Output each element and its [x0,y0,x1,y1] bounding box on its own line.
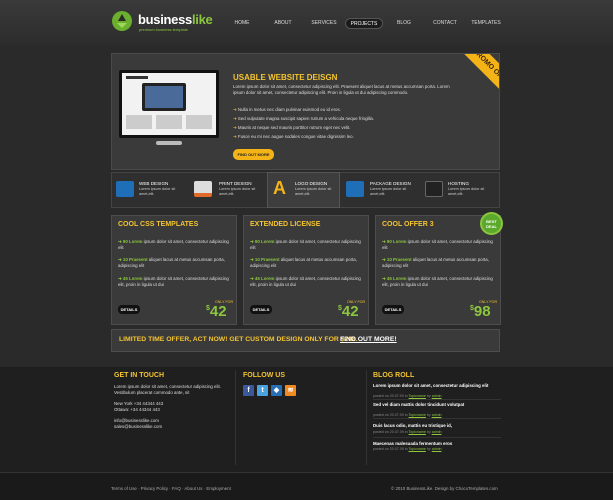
bottom-links[interactable]: Terms of Use · Privacy Policy · FAQ · Ab… [111,486,231,491]
footer-divider [366,370,367,465]
price: $42 [338,303,359,320]
blog-post-meta: posted on 20.07.09 in Topicname by admin [373,447,442,451]
logo-a-icon: A [273,178,286,198]
promo-bullet: Sed vulputate magna suscipit sapien rutr… [233,116,374,122]
nav-templates[interactable]: TEMPLATES [470,18,502,29]
service-title[interactable]: LOGO DESIGN [295,181,327,186]
nav-contact[interactable]: CONTACT [430,18,460,29]
package-icon [346,181,364,197]
rss-icon[interactable]: ≋ [285,385,296,396]
card-line: ➜ 45 Lorem ipsum dolor sit amet, consect… [118,276,229,287]
brand-name[interactable]: businesslike [138,12,213,27]
service-text: Lorem ipsum dolor sit amet,elit. [370,187,407,196]
monitor-stand [156,141,182,145]
card-title: COOL CSS TEMPLATES [118,221,199,228]
blog-post-meta: posted on 20.07.09 in Topicname by admin [373,413,442,417]
service-title[interactable]: PACKAGE DESIGN [370,181,411,186]
service-title[interactable]: WEB DESIGN [139,181,168,186]
blog-separator [373,437,501,438]
service-title[interactable]: PRINT DESIGN [219,181,252,186]
footer-blog-title: BLOG ROLL [373,372,415,379]
offer-text: LIMITED TIME OFFER, ACT NOW! GET CUSTOM … [119,336,358,343]
service-text: Lorem ipsum dolor sit amet,elit. [139,187,176,196]
blog-post-title[interactable]: Sed vel diam mattis dolor tincidunt volu… [373,402,501,407]
best-deal-badge: BEST DEAL [480,212,503,235]
card-line: ➜ 45 Lorem ipsum dolor sit amet, consect… [250,276,361,287]
card-line: ➜ 10 Praesent aliquet lacus at metus acc… [118,257,225,268]
nav-about[interactable]: ABOUT [270,18,296,29]
blog-post-title[interactable]: Duis lacus odio, mattis eu tristique id, [373,423,501,428]
footer-divider [235,370,236,465]
nav-services[interactable]: SERVICES [308,18,340,29]
recycle-logo-icon[interactable] [111,10,133,32]
details-button[interactable]: DETAILS [382,305,404,314]
footer-touch-title: GET IN TOUCH [114,372,165,379]
promo-bullet: Fusce eu mi nec augue sodales congue vit… [233,134,354,140]
server-icon [425,181,443,197]
promo-title: USABLE WEBSITE DEISGN [233,73,338,82]
promo-text: Lorem ipsum dolor sit amet, consectetur … [233,84,450,95]
twitter-icon[interactable]: t [257,385,268,396]
brand-tagline: premium business template [139,27,188,32]
card-line: ➜ 90 Lorem ipsum dolor sit amet, consect… [250,239,361,250]
printer-icon [194,181,212,197]
service-text: Lorem ipsum dolor sit amet,elit. [448,187,485,196]
blog-post-title[interactable]: Lorem ipsum dolor sit amet, consectetur … [373,383,501,388]
blog-post-meta: posted on 20.07.09 in Topicname by admin [373,430,442,434]
copyright: © 2010 BusinessLike. Design by ChocoTemp… [391,486,498,491]
header [0,0,613,46]
service-title[interactable]: HOSTING [448,181,469,186]
nav-home[interactable]: HOME [230,18,254,29]
footer-follow-title: FOLLOW US [243,372,285,379]
footer [0,367,613,472]
details-button[interactable]: DETAILS [250,305,272,314]
price: $98 [470,303,491,320]
monitor-image [119,70,219,138]
card-line: ➜ 45 Lorem ipsum dolor sit amet, consect… [382,276,493,287]
card-line: ➜ 10 Praesent aliquet lacus at metus acc… [382,257,489,268]
promo-bullet: Mauris at neque sed mauris porttitor rut… [233,125,351,131]
blog-separator [373,399,501,400]
facebook-icon[interactable]: f [243,385,254,396]
card-title: EXTENDED LICENSE [250,221,321,228]
price: $42 [206,303,227,320]
blog-post-title[interactable]: Maecenas malesuada fermentum eros [373,441,501,446]
phone-ottawa: Ottawa: +34 44344 443 [114,407,160,412]
details-button[interactable]: DETAILS [118,305,140,314]
footer-touch-text: Lorem ipsum dolor sit amet, consectetur … [114,384,221,395]
nav-projects[interactable]: PROJECTS [345,18,383,29]
card-line: ➜ 10 Praesent aliquet lacus at metus acc… [250,257,357,268]
nav-blog[interactable]: BLOG [393,18,415,29]
find-out-more-button[interactable]: FIND OUT MORE [233,149,274,160]
card-title: COOL OFFER 3 [382,221,434,228]
email-sales[interactable]: sales@businesslike.com [114,424,162,430]
delicious-icon[interactable]: ◆ [271,385,282,396]
service-text: Lorem ipsum dolor sit amet,elit. [219,187,256,196]
blog-post-meta: posted on 20.07.09 in Topicname by admin [373,394,442,398]
bottom-bar [0,472,613,500]
card-line: ➜ 90 Lorem ipsum dolor sit amet, consect… [382,239,493,250]
offer-link[interactable]: FIND OUT MORE! [340,336,397,343]
service-text: Lorem ipsum dolor sit amet,elit. [295,187,332,196]
promo-bullet: Nulla in metus nec diam pulvinar euismod… [233,107,341,113]
monitor-icon [116,181,134,197]
blog-separator [373,418,501,419]
card-line: ➜ 90 Lorem ipsum dolor sit amet, consect… [118,239,229,250]
